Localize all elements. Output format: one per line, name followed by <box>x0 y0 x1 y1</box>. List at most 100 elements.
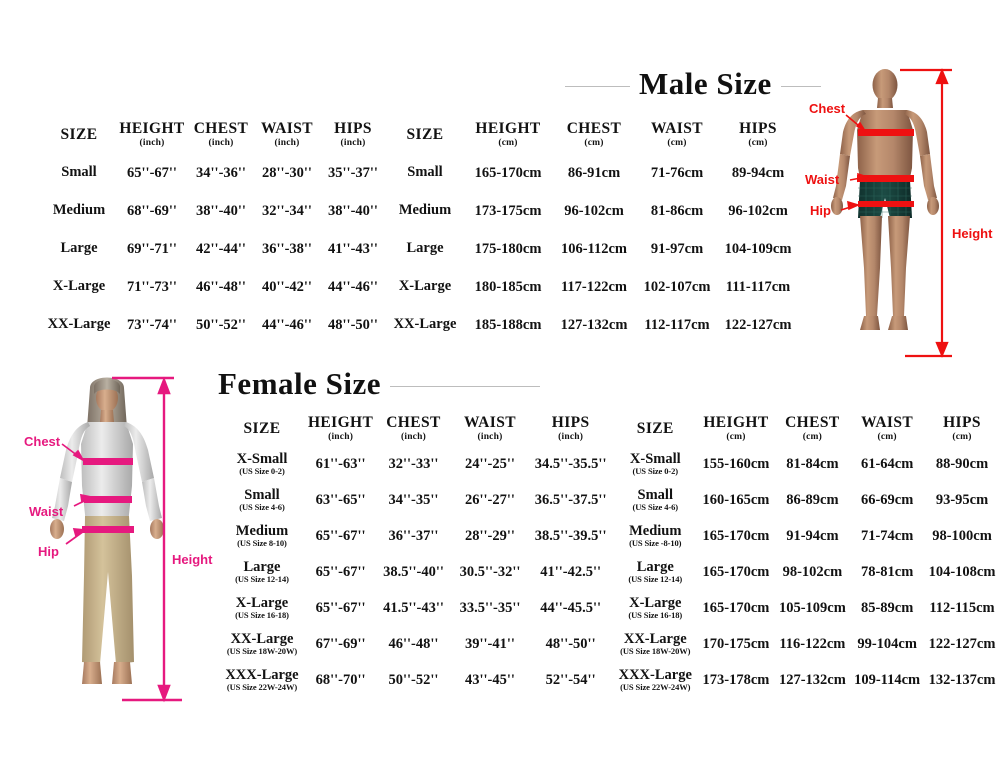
height-label: Height <box>952 226 993 241</box>
cell-hips-inch: 41''-42.5'' <box>540 563 602 580</box>
cell-size-inch: X-Large <box>52 278 106 295</box>
us-size-label: (US Size 16-18) <box>628 610 683 621</box>
cell-waist-inch: 26''-27'' <box>465 491 515 508</box>
cell-height-cm: 165-170cm <box>702 599 770 616</box>
header-hips-inch: HIPS (inch) <box>551 414 590 442</box>
cell-chest-cm: 86-89cm <box>786 491 839 508</box>
cell-size-inch: XX-Large (US Size 18W-20W) <box>218 626 306 662</box>
chest-label: Chest <box>24 434 61 449</box>
cell-chest-cm: 81-84cm <box>786 455 839 472</box>
table-row: X-Large (US Size 16-18) 65''-67'' 41.5''-43… <box>218 590 1000 626</box>
cell-waist-inch: 39''-41'' <box>465 635 515 652</box>
table-row: XX-Large (US Size 18W-20W) 67''-69'' 46''-4… <box>218 626 1000 662</box>
cell-waist-cm: 109-114cm <box>854 671 921 688</box>
cell-height-inch: 67''-69'' <box>315 635 366 652</box>
cell-chest-cm: 96-102cm <box>564 202 624 219</box>
cell-chest-cm: 116-122cm <box>779 635 846 652</box>
cell-height-inch: 65''-67'' <box>315 527 366 544</box>
cell-waist-inch: 32''-34'' <box>262 202 312 219</box>
cell-size-cm: X-Large <box>398 278 452 295</box>
cell-waist-cm: 66-69cm <box>860 491 914 508</box>
cell-height-cm: 173-175cm <box>474 202 542 219</box>
cell-chest-cm: 127-132cm <box>560 316 628 333</box>
cell-hips-inch: 52''-54'' <box>545 671 596 688</box>
cell-hips-inch: 38.5''-39.5'' <box>534 527 607 544</box>
cell-size-inch: XX-Large <box>47 316 111 333</box>
cell-hips-inch: 44''-45.5'' <box>540 599 602 616</box>
cell-hips-inch: 48''-50'' <box>328 316 378 333</box>
cell-height-inch: 69''-71'' <box>127 240 177 257</box>
header-chest-cm: CHEST (cm) <box>785 414 840 442</box>
female-size-title: Female Size <box>218 366 541 402</box>
cell-waist-inch: 28''-30'' <box>262 164 312 181</box>
cell-chest-inch: 38''-40'' <box>196 202 246 219</box>
header-height-inch: HEIGHT (inch) <box>307 414 374 442</box>
us-size-label: (US Size 12-14) <box>235 574 289 585</box>
us-size-label: (US Size 12-14) <box>628 574 683 585</box>
header-chest-inch: CHEST (inch) <box>193 120 249 148</box>
cell-chest-cm: 127-132cm <box>778 671 846 688</box>
cell-height-cm: 180-185cm <box>474 278 542 295</box>
cell-hips-inch: 35''-37'' <box>328 164 378 181</box>
header-waist-inch: WAIST (inch) <box>464 414 516 442</box>
table-row: X-Large 71''-73'' 46''-48'' 40''-42'' 44''-4… <box>42 268 798 306</box>
cell-hips-inch: 34.5''-35.5'' <box>534 455 607 472</box>
cell-size-cm: Medium <box>398 202 452 219</box>
cell-chest-inch: 36''-37'' <box>388 527 439 544</box>
cell-chest-cm: 106-112cm <box>560 240 628 257</box>
cell-size-inch: X-Small (US Size 0-2) <box>218 446 306 482</box>
table-row: Medium 68''-69'' 38''-40'' 32''-34'' 38''-40… <box>42 192 798 230</box>
us-size-label: (US Size 18W-20W) <box>226 646 298 657</box>
cell-waist-cm: 112-117cm <box>644 316 710 333</box>
header-size-cm: SIZE <box>636 419 674 437</box>
header-height-inch: HEIGHT (inch) <box>119 120 185 148</box>
cell-waist-cm: 71-74cm <box>860 527 914 544</box>
table-row: X-Small (US Size 0-2) 61''-63'' 32''-33'' 24… <box>218 446 1000 482</box>
us-size-label: (US Size 8-10) <box>237 538 287 549</box>
cell-chest-inch: 34''-36'' <box>196 164 246 181</box>
cell-size-inch: Small <box>61 164 97 181</box>
cell-waist-inch: 33.5''-35'' <box>459 599 521 616</box>
cell-waist-inch: 24''-25'' <box>465 455 515 472</box>
cell-size-inch: Large (US Size 12-14) <box>218 554 306 590</box>
cell-hips-inch: 44''-46'' <box>328 278 378 295</box>
table-row: Large 69''-71'' 42''-44'' 36''-38'' 41''-43'… <box>42 230 798 268</box>
size-label: XXX-Large <box>618 666 692 683</box>
header-waist-cm: WAIST (cm) <box>861 414 914 442</box>
chest-label: Chest <box>809 101 846 116</box>
size-label: X-Large <box>235 594 289 611</box>
cell-hips-inch: 36.5''-37.5'' <box>534 491 607 508</box>
cell-hips-cm: 122-127cm <box>724 316 792 333</box>
cell-waist-inch: 36''-38'' <box>262 240 312 257</box>
us-size-label: (US Size 22W-24W) <box>620 682 691 693</box>
header-size-cm: SIZE <box>406 125 444 143</box>
cell-hips-cm: 111-117cm <box>725 278 791 295</box>
cell-chest-cm: 98-102cm <box>782 563 843 580</box>
cell-size-cm: Large (US Size 12-14) <box>613 554 697 590</box>
cell-waist-cm: 85-89cm <box>860 599 914 616</box>
table-header-row: SIZE HEIGHT (inch) CHEST (inch) WAIST (i… <box>42 116 798 154</box>
cell-height-inch: 65''-67'' <box>127 164 177 181</box>
size-label: XXX-Large <box>225 666 299 683</box>
female-measurement-figure: Chest Waist Hip Height <box>12 366 222 711</box>
hip-label: Hip <box>38 544 59 559</box>
size-label: Small <box>637 486 673 503</box>
cell-height-inch: 65''-67'' <box>315 563 366 580</box>
table-row: Small (US Size 4-6) 63''-65'' 34''-35'' 26''… <box>218 482 1000 518</box>
header-height-cm: HEIGHT (cm) <box>703 414 769 442</box>
cell-chest-inch: 34''-35'' <box>388 491 439 508</box>
us-size-label: (US Size 4-6) <box>239 502 285 513</box>
cell-height-inch: 68''-70'' <box>315 671 366 688</box>
male-measurement-figure: Chest Waist Hip Height <box>800 58 1000 368</box>
cell-height-cm: 185-188cm <box>474 316 542 333</box>
cell-height-cm: 175-180cm <box>474 240 542 257</box>
cell-chest-cm: 86-91cm <box>567 164 621 181</box>
size-label: Medium <box>629 522 682 539</box>
cell-hips-cm: 104-108cm <box>928 563 996 580</box>
cell-hips-cm: 96-102cm <box>728 202 788 219</box>
cell-size-cm: X-Small (US Size 0-2) <box>613 446 697 482</box>
cell-waist-inch: 44''-46'' <box>262 316 312 333</box>
cell-hips-inch: 38''-40'' <box>328 202 378 219</box>
cell-waist-inch: 40''-42'' <box>262 278 312 295</box>
cell-height-cm: 170-175cm <box>702 635 770 652</box>
